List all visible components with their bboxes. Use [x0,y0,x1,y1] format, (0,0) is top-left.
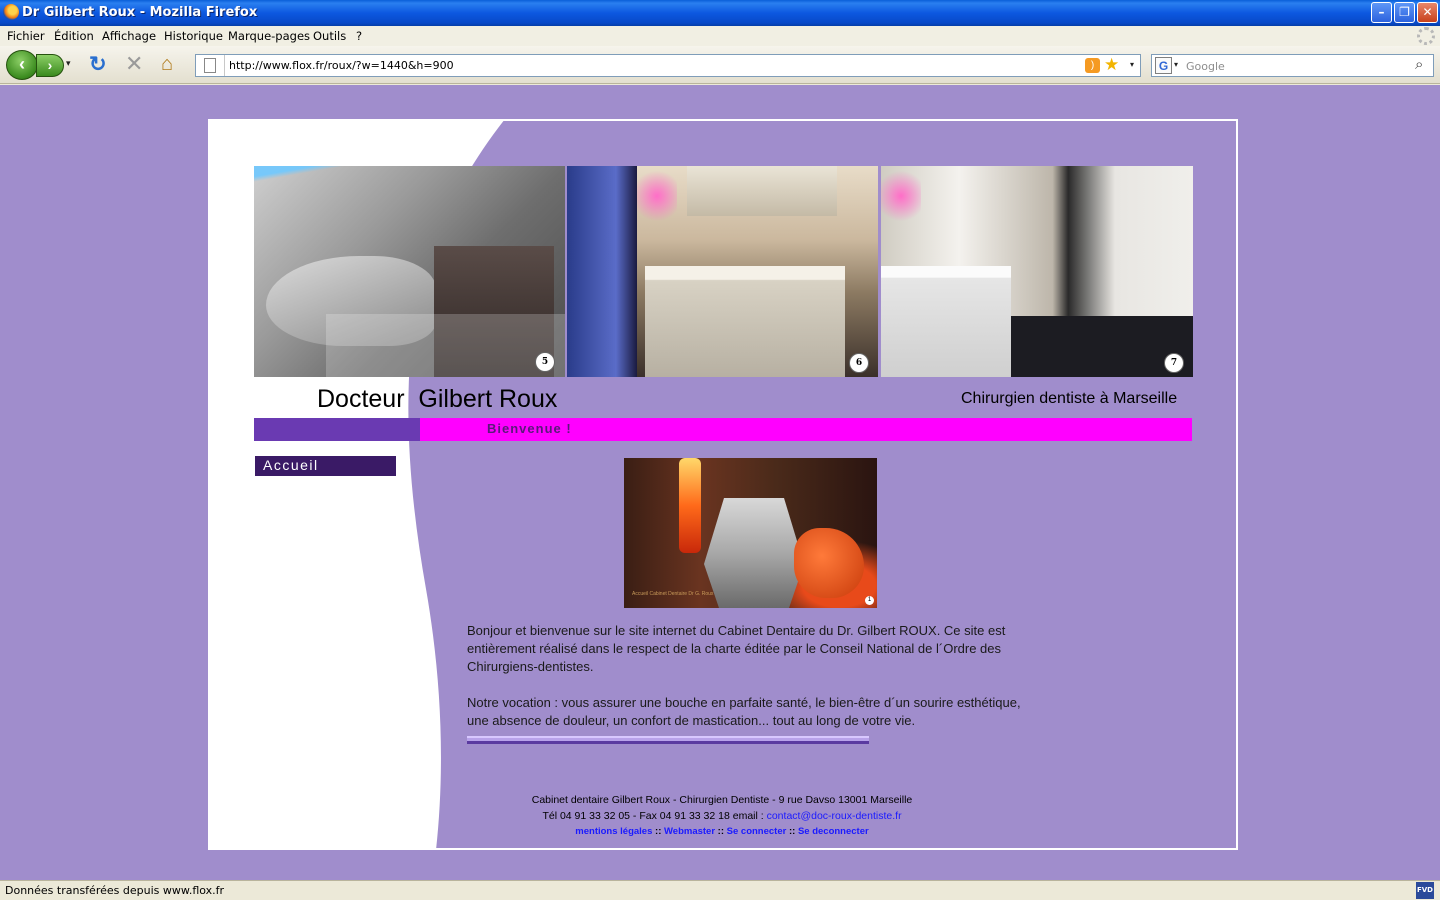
bookmark-star-icon[interactable]: ★ [1104,55,1119,75]
welcome-title: Bienvenue ! [487,421,572,436]
photo-number-badge[interactable]: 6 [849,353,869,373]
link-mentions-legales[interactable]: mentions légales [575,826,652,837]
page-icon [204,58,216,73]
menu-affichage[interactable]: Affichage [102,29,156,43]
home-button[interactable]: ⌂ [161,53,173,75]
url-bar[interactable]: http://www.flox.fr/roux/?w=1440&h=900 ) … [195,54,1141,77]
status-text: Données transférées depuis www.flox.fr [5,884,225,897]
photo-dental-chair[interactable]: 5 [254,166,565,377]
firefox-icon [3,4,19,20]
page-footer: Cabinet dentaire Gilbert Roux - Chirurgi… [428,792,1016,840]
email-link[interactable]: contact@doc-roux-dentiste.fr [767,810,902,822]
orange-chair [794,528,864,598]
forward-button[interactable]: › [36,54,64,77]
menu-edition[interactable]: Édition [54,29,94,43]
photo-number-badge[interactable]: 7 [1164,353,1184,373]
search-bar[interactable]: G ▾ Google ⌕ [1151,54,1434,77]
welcome-paragraph: Bonjour et bienvenue sur le site interne… [467,623,1006,674]
photo-sterilization-room[interactable]: 6 [567,166,878,377]
orange-lamp [679,458,701,553]
footer-links: mentions légales :: Webmaster :: Se conn… [428,824,1016,840]
throbber-icon [1417,27,1435,45]
photo-caption: Accueil Cabinet Dentaire Dr G. Roux [632,591,714,597]
photo-number-badge[interactable]: 1 [865,596,874,605]
link-separator: :: [652,826,664,837]
engine-dropdown-icon[interactable]: ▾ [1174,60,1178,69]
doctor-subtitle: Chirurgien dentiste à Marseille [961,390,1178,407]
menu-bar: Fichier Édition Affichage Historique Mar… [0,26,1440,46]
counter-shape [645,266,845,377]
menu-help[interactable]: ? [356,29,362,43]
door-shape [567,166,637,377]
minimize-button[interactable]: – [1371,2,1392,23]
link-se-connecter[interactable]: Se connecter [727,826,787,837]
photo-number-badge[interactable]: 5 [535,352,555,372]
upper-cabinets [687,166,837,216]
search-input[interactable]: Google [1186,60,1225,73]
reception-photo[interactable]: Accueil Cabinet Dentaire Dr G. Roux 1 [624,458,877,608]
window-title: Dr Gilbert Roux - Mozilla Firefox [22,5,258,20]
google-engine-icon[interactable]: G [1155,57,1172,74]
menu-outils[interactable]: Outils [313,29,346,43]
link-webmaster[interactable]: Webmaster [664,826,715,837]
maximize-button[interactable]: ❐ [1394,2,1415,23]
search-go-icon[interactable]: ⌕ [1415,56,1423,73]
window-titlebar: Dr Gilbert Roux - Mozilla Firefox – ❐ ✕ [0,0,1440,26]
pink-light [881,166,921,226]
counter-shape [881,266,1011,377]
menu-fichier[interactable]: Fichier [7,29,45,43]
pink-light [637,166,677,226]
rss-icon[interactable]: ) [1085,58,1100,73]
vocation-paragraph: Notre vocation : vous assurer une bouche… [467,695,1021,728]
footer-address: Cabinet dentaire Gilbert Roux - Chirurgi… [531,794,913,806]
photo-corridor-room[interactable]: 7 [881,166,1193,377]
history-dropdown-icon[interactable]: ▾ [66,58,71,69]
link-separator: :: [715,826,727,837]
floor-shape [981,316,1193,377]
footer-phone: Tél 04 91 33 32 05 - Fax 04 91 33 32 18 … [542,810,767,822]
nav-accueil-button[interactable]: Accueil [254,455,397,477]
nav-bar-left [254,418,420,441]
navigation-toolbar: ‹ › ▾ ↻ ✕ ⌂ http://www.flox.fr/roux/?w=1… [0,46,1440,84]
link-separator: :: [786,826,798,837]
doctor-name-heading: Docteur Gilbert Roux [317,385,558,413]
reload-button[interactable]: ↻ [89,54,107,76]
menu-historique[interactable]: Historique [164,29,223,43]
url-text[interactable]: http://www.flox.fr/roux/?w=1440&h=900 [229,59,454,72]
status-bar: Données transférées depuis www.flox.fr F… [0,880,1440,900]
footer-contact: Tél 04 91 33 32 05 - Fax 04 91 33 32 18 … [428,808,1016,824]
menu-marque-pages[interactable]: Marque-pages [228,29,310,43]
url-separator [224,55,225,76]
close-button[interactable]: ✕ [1417,2,1438,23]
fvd-addon-icon[interactable]: FVD [1416,882,1434,899]
page-viewport: 5 6 7 Docteur Gilbert Roux Chirurgien de… [0,85,1440,880]
page-frame: 5 6 7 Docteur Gilbert Roux Chirurgien de… [208,119,1238,850]
stop-button[interactable]: ✕ [125,53,143,75]
url-dropdown-icon[interactable]: ▾ [1130,60,1134,69]
back-button[interactable]: ‹ [6,50,38,80]
photo-overlay [326,314,565,377]
reception-desk [704,498,804,608]
link-se-deconnecter[interactable]: Se deconnecter [798,826,869,837]
content-divider [467,736,869,744]
